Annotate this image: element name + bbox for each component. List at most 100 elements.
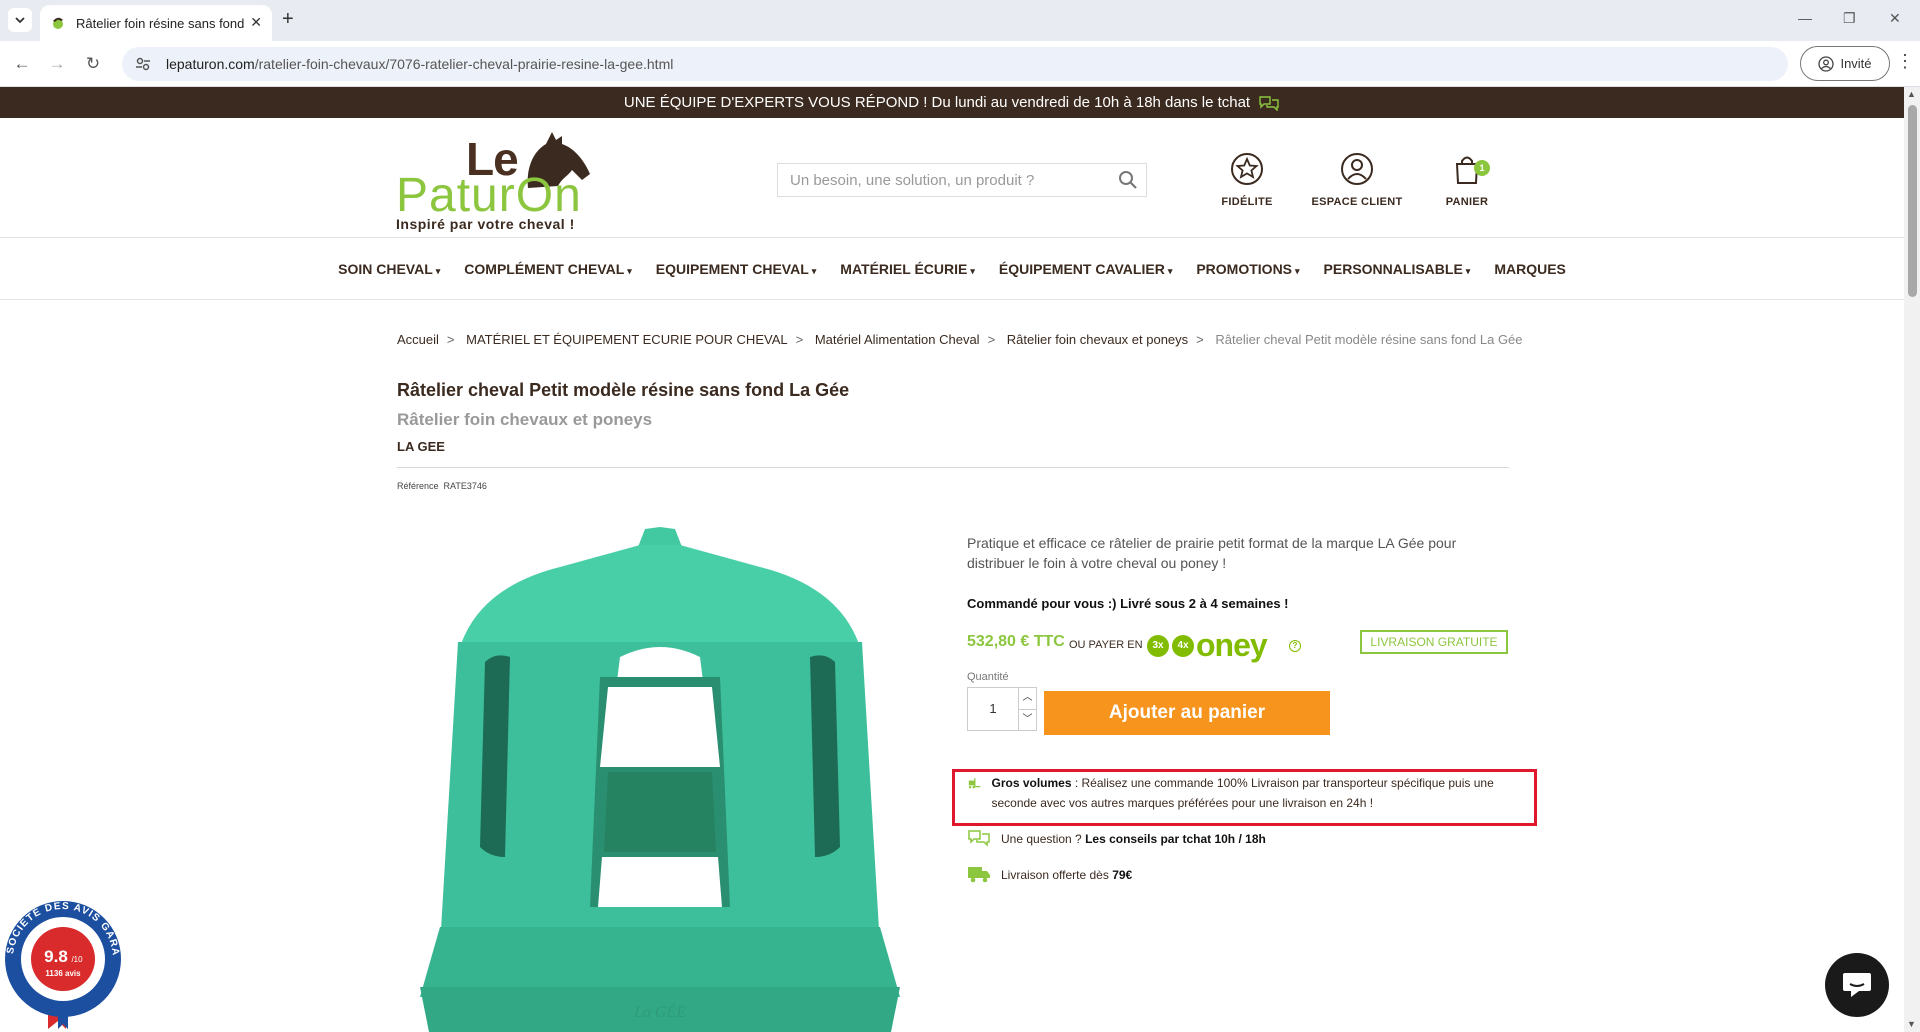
promo-bar[interactable]: UNE ÉQUIPE D'EXPERTS VOUS RÉPOND ! Du lu…	[0, 87, 1904, 118]
back-icon[interactable]: ←	[12, 54, 32, 74]
oney-3x-badge[interactable]: 3x	[1147, 635, 1169, 657]
info-shipping: Livraison offerte dès 79€	[967, 865, 1132, 885]
url-text: lepaturon.com/ratelier-foin-chevaux/7076…	[166, 56, 673, 72]
oney-logo[interactable]: oney	[1196, 627, 1268, 664]
reference-label: Référence	[397, 481, 439, 491]
question-text: Une question ? Les conseils par tchat 10…	[1001, 829, 1266, 849]
question-prefix: Une question ?	[1001, 832, 1082, 846]
reviews-badge[interactable]: SOCIÉTÉ DES AVIS GARANTIS 9.8 /10 1136 a…	[0, 891, 124, 1029]
shipping-bold: 79€	[1112, 868, 1133, 882]
nav-label: SOIN CHEVAL	[338, 260, 433, 277]
promo-text: UNE ÉQUIPE D'EXPERTS VOUS RÉPOND ! Du lu…	[623, 94, 1251, 111]
divider	[397, 467, 1509, 468]
nav-item-promotions[interactable]: PROMOTIONS ▾	[1184, 261, 1311, 277]
delivery-note: Commandé pour vous :) Livré sous 2 à 4 s…	[967, 596, 1289, 611]
breadcrumb-link-alimentation[interactable]: Matériel Alimentation Cheval	[815, 332, 980, 347]
breadcrumb-link-ratelier[interactable]: Râtelier foin chevaux et poneys	[1007, 332, 1188, 347]
breadcrumb: Accueil > MATÉRIEL ET ÉQUIPEMENT ECURIE P…	[397, 332, 1523, 347]
minimize-icon[interactable]: —	[1798, 10, 1812, 26]
chevron-down-icon: ▾	[970, 265, 975, 276]
nav-item-equipement-cheval[interactable]: EQUIPEMENT CHEVAL ▾	[644, 261, 829, 277]
site-header: Le PaturOn Inspiré par votre cheval ! Un…	[0, 118, 1904, 238]
page-viewport: UNE ÉQUIPE D'EXPERTS VOUS RÉPOND ! Du lu…	[0, 87, 1920, 1032]
nav-label: COMPLÉMENT CHEVAL	[464, 260, 625, 277]
fidelite-link[interactable]: FIDÉLITE	[1192, 152, 1302, 210]
url-field[interactable]: lepaturon.com/ratelier-foin-chevaux/7076…	[122, 47, 1788, 81]
profile-icon	[1818, 55, 1835, 72]
quantity-label: Quantité	[967, 671, 1009, 683]
nav-item-personnalisable[interactable]: PERSONNALISABLE ▾	[1312, 261, 1483, 277]
quantity-input[interactable]: 1	[968, 688, 1018, 730]
nav-item-soin-cheval[interactable]: SOIN CHEVAL ▾	[326, 261, 452, 277]
product-brand[interactable]: LA GEE	[397, 439, 445, 454]
chevron-down-icon	[15, 17, 25, 24]
close-tab-icon[interactable]: ✕	[250, 14, 262, 31]
breadcrumb-link-accueil[interactable]: Accueil	[397, 332, 439, 347]
new-tab-button[interactable]: +	[282, 9, 294, 29]
help-icon[interactable]: ?	[1289, 640, 1301, 652]
nav-item-equipement-cavalier[interactable]: ÉQUIPEMENT CAVALIER ▾	[987, 261, 1184, 277]
search-icon[interactable]	[1118, 170, 1138, 190]
breadcrumb-link-materiel-ecurie[interactable]: MATÉRIEL ET ÉQUIPEMENT ECURIE POUR CHEVA…	[466, 332, 787, 347]
decrement-icon[interactable]: ﹀	[1019, 710, 1036, 731]
nav-item-complement-cheval[interactable]: COMPLÉMENT CHEVAL ▾	[452, 261, 644, 277]
breadcrumb-separator: >	[795, 332, 804, 347]
user-account-icon	[1341, 153, 1373, 185]
close-window-icon[interactable]: ✕	[1889, 10, 1901, 27]
browser-tab-active[interactable]: Râtelier foin résine sans fond p ✕	[40, 5, 272, 41]
search-placeholder: Un besoin, une solution, un produit ?	[790, 171, 1035, 189]
profile-guest-button[interactable]: Invité	[1800, 46, 1890, 81]
url-domain: lepaturon.com	[166, 56, 255, 72]
product-title: Râtelier cheval Petit modèle résine sans…	[397, 380, 850, 400]
scroll-down-icon[interactable]: ▼	[1907, 1019, 1916, 1029]
nav-label: PERSONNALISABLE	[1323, 260, 1463, 277]
nav-item-materiel-ecurie[interactable]: MATÉRIEL ÉCURIE ▾	[828, 261, 987, 277]
reference-value: RATE3746	[443, 481, 487, 491]
nav-label: MATÉRIEL ÉCURIE	[840, 260, 968, 277]
nav-label: MARQUES	[1494, 260, 1566, 277]
tab-list-button[interactable]	[8, 8, 32, 32]
logo-tagline: Inspiré par votre cheval !	[396, 216, 575, 232]
scroll-up-icon[interactable]: ▲	[1907, 89, 1916, 99]
chat-bubbles-icon	[1259, 95, 1279, 111]
search-input[interactable]: Un besoin, une solution, un produit ?	[777, 163, 1147, 197]
product-image-mark: La GÉE	[633, 1002, 686, 1021]
favicon-icon	[53, 17, 63, 29]
chevron-down-icon: ▾	[1167, 265, 1173, 276]
main-navigation: SOIN CHEVAL ▾ COMPLÉMENT CHEVAL ▾ EQUIPEME…	[0, 238, 1904, 300]
info-gros-volumes: Gros volumes : Réalisez une commande 100…	[967, 773, 1527, 813]
espace-client-label: ESPACE CLIENT	[1311, 196, 1403, 208]
gros-volumes-text: Gros volumes : Réalisez une commande 100…	[991, 773, 1527, 813]
site-info-icon[interactable]	[134, 55, 152, 73]
breadcrumb-separator: >	[987, 332, 996, 347]
forward-icon[interactable]: →	[47, 54, 67, 74]
nav-label: EQUIPEMENT CHEVAL	[655, 260, 809, 277]
site-logo[interactable]: Le PaturOn Inspiré par votre cheval !	[396, 130, 606, 232]
add-to-cart-button[interactable]: Ajouter au panier	[1044, 691, 1330, 735]
page-scrollbar[interactable]: ▲ ▼	[1904, 87, 1920, 1032]
product-image[interactable]: La GÉE	[420, 527, 920, 1032]
quantity-stepper[interactable]: 1 ︿ ﹀	[967, 687, 1037, 731]
nav-label: ÉQUIPEMENT CAVALIER	[998, 260, 1165, 277]
restore-icon[interactable]: ❐	[1843, 10, 1856, 27]
product-category[interactable]: Râtelier foin chevaux et poneys	[397, 410, 652, 430]
reload-icon[interactable]: ↻	[83, 54, 103, 74]
reviews-score: 9.8	[44, 947, 68, 966]
breadcrumb-separator: >	[1196, 332, 1204, 347]
chat-widget-button[interactable]	[1825, 953, 1889, 1017]
oney-4x-badge[interactable]: 4x	[1172, 635, 1194, 657]
nav-item-marques[interactable]: MARQUES	[1482, 261, 1578, 277]
espace-client-link[interactable]: ESPACE CLIENT	[1302, 152, 1412, 210]
reviews-seal-icon: SOCIÉTÉ DES AVIS GARANTIS 9.8 /10 1136 a…	[0, 891, 121, 1029]
cart-link[interactable]: 1 PANIER	[1412, 152, 1522, 210]
chevron-down-icon: ▾	[435, 265, 441, 276]
panier-label: PANIER	[1445, 196, 1489, 208]
tab-title: Râtelier foin résine sans fond p	[76, 15, 246, 31]
info-question[interactable]: Une question ? Les conseils par tchat 10…	[967, 829, 1266, 849]
increment-icon[interactable]: ︿	[1019, 688, 1036, 710]
gros-volumes-title: Gros volumes	[991, 776, 1072, 790]
browser-menu-icon[interactable]: ⋮	[1896, 51, 1914, 72]
scrollbar-thumb[interactable]	[1908, 105, 1917, 297]
logo-paturon: PaturOn	[396, 169, 582, 222]
url-path: /ratelier-foin-chevaux/7076-ratelier-che…	[254, 56, 674, 72]
